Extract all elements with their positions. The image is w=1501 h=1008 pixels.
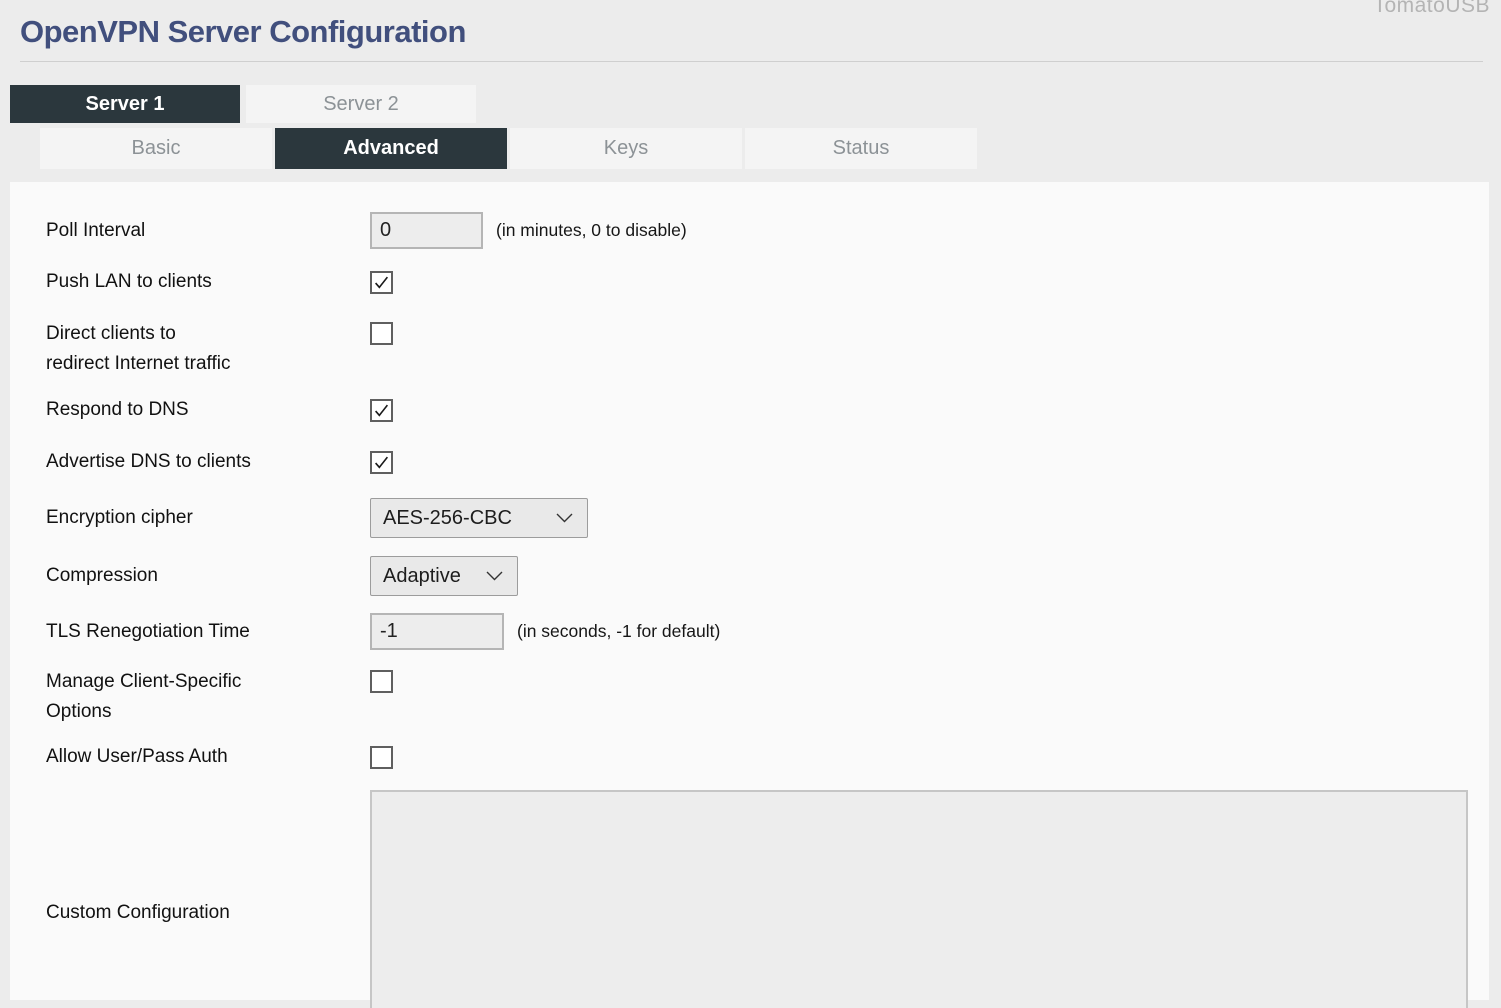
manage-client-options-label: Manage Client-Specific Options bbox=[46, 667, 370, 727]
checkmark-icon bbox=[374, 275, 389, 290]
brand-logo: TomatoUSB bbox=[1373, 0, 1490, 18]
tls-renegotiation-label: TLS Renegotiation Time bbox=[46, 617, 370, 647]
custom-configuration-row: Custom Configuration bbox=[46, 790, 1489, 1008]
poll-interval-hint: (in minutes, 0 to disable) bbox=[496, 220, 687, 241]
userpass-auth-row: Allow User/Pass Auth bbox=[46, 742, 1489, 772]
tab-server-2[interactable]: Server 2 bbox=[246, 85, 476, 123]
respond-dns-label: Respond to DNS bbox=[46, 395, 370, 425]
manage-client-options-checkbox[interactable] bbox=[370, 670, 393, 693]
tls-renegotiation-hint: (in seconds, -1 for default) bbox=[517, 621, 720, 642]
server-tab-bar: Server 1 Server 2 bbox=[10, 85, 1501, 123]
section-tab-bar: Basic Advanced Keys Status bbox=[40, 128, 1501, 169]
page-header: TomatoUSB OpenVPN Server Configuration bbox=[0, 0, 1501, 62]
tab-server-1[interactable]: Server 1 bbox=[10, 85, 240, 123]
tab-advanced[interactable]: Advanced bbox=[275, 128, 507, 169]
redirect-traffic-row: Direct clients to redirect Internet traf… bbox=[46, 319, 1489, 379]
cipher-select[interactable]: AES-256-CBC bbox=[370, 498, 588, 538]
cipher-label: Encryption cipher bbox=[46, 503, 370, 533]
page-title: OpenVPN Server Configuration bbox=[20, 14, 1501, 50]
checkmark-icon bbox=[374, 403, 389, 418]
poll-interval-row: Poll Interval (in minutes, 0 to disable) bbox=[46, 212, 1489, 249]
advanced-settings-panel: Poll Interval (in minutes, 0 to disable)… bbox=[10, 182, 1489, 1000]
compression-select[interactable]: Adaptive bbox=[370, 556, 518, 596]
tab-basic[interactable]: Basic bbox=[40, 128, 272, 169]
cipher-selected-value: AES-256-CBC bbox=[383, 507, 512, 530]
userpass-auth-label: Allow User/Pass Auth bbox=[46, 742, 370, 772]
respond-dns-checkbox[interactable] bbox=[370, 399, 393, 422]
push-lan-row: Push LAN to clients bbox=[46, 267, 1489, 297]
custom-configuration-label: Custom Configuration bbox=[46, 898, 370, 928]
title-divider bbox=[20, 61, 1483, 62]
userpass-auth-checkbox[interactable] bbox=[370, 746, 393, 769]
manage-client-options-row: Manage Client-Specific Options bbox=[46, 667, 1489, 727]
push-lan-checkbox[interactable] bbox=[370, 271, 393, 294]
custom-configuration-textarea[interactable] bbox=[370, 790, 1468, 1008]
push-lan-label: Push LAN to clients bbox=[46, 267, 370, 297]
compression-selected-value: Adaptive bbox=[383, 565, 461, 588]
poll-interval-input[interactable] bbox=[370, 212, 483, 249]
advertise-dns-row: Advertise DNS to clients bbox=[46, 447, 1489, 477]
chevron-down-icon bbox=[556, 513, 573, 523]
poll-interval-label: Poll Interval bbox=[46, 216, 370, 246]
tab-status[interactable]: Status bbox=[745, 128, 977, 169]
checkmark-icon bbox=[374, 455, 389, 470]
tab-keys[interactable]: Keys bbox=[510, 128, 742, 169]
compression-label: Compression bbox=[46, 561, 370, 591]
tls-renegotiation-row: TLS Renegotiation Time (in seconds, -1 f… bbox=[46, 613, 1489, 650]
advertise-dns-checkbox[interactable] bbox=[370, 451, 393, 474]
chevron-down-icon bbox=[486, 571, 503, 581]
redirect-traffic-checkbox[interactable] bbox=[370, 322, 393, 345]
compression-row: Compression Adaptive bbox=[46, 556, 1489, 596]
cipher-row: Encryption cipher AES-256-CBC bbox=[46, 498, 1489, 538]
tls-renegotiation-input[interactable] bbox=[370, 613, 504, 650]
respond-dns-row: Respond to DNS bbox=[46, 395, 1489, 425]
redirect-traffic-label: Direct clients to redirect Internet traf… bbox=[46, 319, 370, 379]
advertise-dns-label: Advertise DNS to clients bbox=[46, 447, 370, 477]
